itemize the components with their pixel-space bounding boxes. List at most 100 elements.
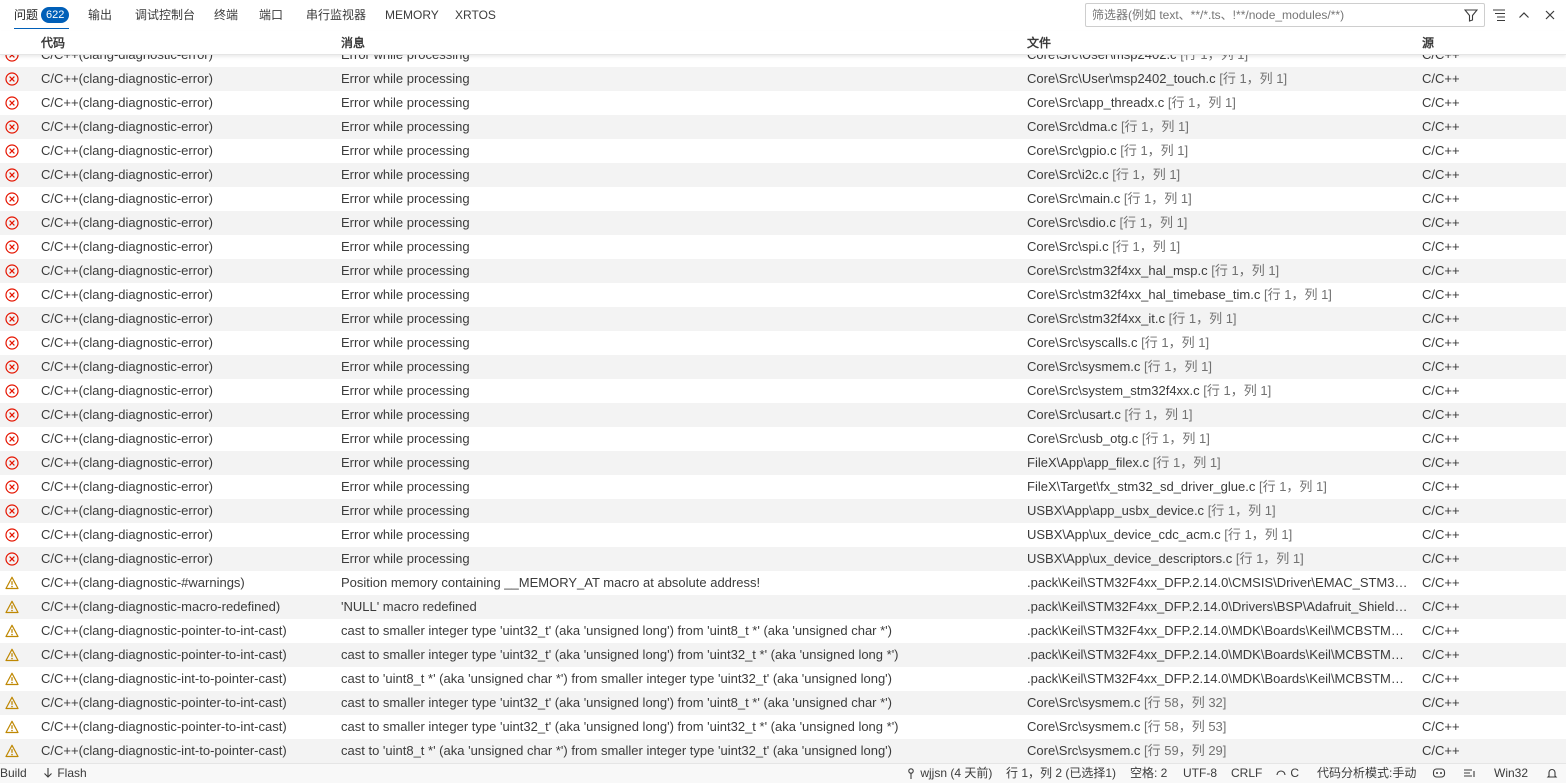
platform-config-icon[interactable] <box>1463 764 1477 783</box>
problem-file[interactable]: Core\Src\stm32f4xx_it.c [行 1，列 1] <box>1027 307 1411 331</box>
close-icon[interactable] <box>1543 8 1557 22</box>
problem-row[interactable]: C/C++(clang-diagnostic-error) Error while… <box>0 427 1566 451</box>
problem-file[interactable]: Core\Src\usb_otg.c [行 1，列 1] <box>1027 427 1411 451</box>
problem-row[interactable]: C/C++(clang-diagnostic-int-to-pointer-ca… <box>0 667 1566 691</box>
tab-terminal[interactable]: 终端 <box>214 0 238 30</box>
problem-file[interactable]: Core\Src\gpio.c [行 1，列 1] <box>1027 139 1411 163</box>
problem-row[interactable]: C/C++(clang-diagnostic-error) Error while… <box>0 523 1566 547</box>
problem-row[interactable]: C/C++(clang-diagnostic-pointer-to-int-ca… <box>0 715 1566 739</box>
problem-row[interactable]: C/C++(clang-diagnostic-error) Error while… <box>0 211 1566 235</box>
problem-file[interactable]: Core\Src\sysmem.c [行 59，列 29] <box>1027 739 1411 763</box>
problem-row[interactable]: C/C++(clang-diagnostic-int-to-pointer-ca… <box>0 739 1566 763</box>
problem-file[interactable]: Core\Src\main.c [行 1，列 1] <box>1027 187 1411 211</box>
language-mode[interactable]: C <box>1275 764 1299 783</box>
problem-row[interactable]: C/C++(clang-diagnostic-error) Error while… <box>0 187 1566 211</box>
problem-file[interactable]: Core\Src\sysmem.c [行 58，列 32] <box>1027 691 1411 715</box>
problem-message: Error while processing <box>341 503 470 518</box>
column-header-file[interactable]: 文件 <box>1027 31 1051 55</box>
tab-problems[interactable]: 问题 622 <box>14 0 70 30</box>
error-icon <box>5 259 21 283</box>
git-blame-item[interactable]: wjjsn (4 天前) <box>905 764 992 783</box>
column-header-message[interactable]: 消息 <box>341 31 365 55</box>
code-analysis-mode[interactable]: 代码分析模式:手动 <box>1317 764 1416 783</box>
problem-row[interactable]: C/C++(clang-diagnostic-error) Error while… <box>0 475 1566 499</box>
problem-row[interactable]: C/C++(clang-diagnostic-pointer-to-int-ca… <box>0 691 1566 715</box>
problem-row[interactable]: C/C++(clang-diagnostic-error) Error while… <box>0 67 1566 91</box>
problem-location: [行 1，列 1] <box>1144 359 1212 374</box>
problem-source: C/C++ <box>1422 623 1460 638</box>
notifications-bell-icon[interactable] <box>1546 764 1558 783</box>
problem-row[interactable]: C/C++(clang-diagnostic-error) Error while… <box>0 547 1566 571</box>
funnel-icon[interactable] <box>1463 8 1479 22</box>
problem-file[interactable]: FileX\Target\fx_stm32_sd_driver_glue.c [… <box>1027 475 1411 499</box>
problem-file[interactable]: Core\Src\sysmem.c [行 58，列 53] <box>1027 715 1411 739</box>
problem-row[interactable]: C/C++(clang-diagnostic-pointer-to-int-ca… <box>0 643 1566 667</box>
problem-file[interactable]: Core\Src\dma.c [行 1，列 1] <box>1027 115 1411 139</box>
view-as-tree-icon[interactable] <box>1492 8 1506 22</box>
platform-label[interactable]: Win32 <box>1494 764 1528 783</box>
problem-row[interactable]: C/C++(clang-diagnostic-error) Error while… <box>0 235 1566 259</box>
problem-file[interactable]: Core\Src\syscalls.c [行 1，列 1] <box>1027 331 1411 355</box>
problem-row[interactable]: C/C++(clang-diagnostic-error) Error while… <box>0 355 1566 379</box>
problem-file[interactable]: Core\Src\system_stm32f4xx.c [行 1，列 1] <box>1027 379 1411 403</box>
problem-row[interactable]: C/C++(clang-diagnostic-error) Error while… <box>0 451 1566 475</box>
copilot-icon[interactable] <box>1432 764 1446 783</box>
problem-row[interactable]: C/C++(clang-diagnostic-error) Error while… <box>0 499 1566 523</box>
problem-file[interactable]: .pack\Keil\STM32F4xx_DFP.2.14.0\CMSIS\Dr… <box>1027 571 1411 595</box>
problem-file[interactable]: Core\Src\i2c.c [行 1，列 1] <box>1027 163 1411 187</box>
error-icon <box>5 499 21 523</box>
problem-source: C/C++ <box>1422 335 1460 350</box>
problem-file[interactable]: Core\Src\sdio.c [行 1，列 1] <box>1027 211 1411 235</box>
indentation-setting[interactable]: 空格: 2 <box>1130 764 1167 783</box>
problem-file[interactable]: Core\Src\spi.c [行 1，列 1] <box>1027 235 1411 259</box>
problem-row[interactable]: C/C++(clang-diagnostic-error) Error while… <box>0 307 1566 331</box>
cursor-position[interactable]: 行 1，列 2 (已选择1) <box>1006 764 1116 783</box>
problem-file[interactable]: .pack\Keil\STM32F4xx_DFP.2.14.0\Drivers\… <box>1027 595 1411 619</box>
problem-file[interactable]: Core\Src\stm32f4xx_hal_msp.c [行 1，列 1] <box>1027 259 1411 283</box>
problem-row[interactable]: C/C++(clang-diagnostic-error) Error while… <box>0 115 1566 139</box>
problem-row[interactable]: C/C++(clang-diagnostic-error) Error while… <box>0 139 1566 163</box>
problem-row[interactable]: C/C++(clang-diagnostic-error) Error while… <box>0 379 1566 403</box>
problem-message: Error while processing <box>341 455 470 470</box>
tab-memory[interactable]: MEMORY <box>385 0 439 30</box>
column-header-code[interactable]: 代码 <box>41 31 65 55</box>
problem-row[interactable]: C/C++(clang-diagnostic-error) Error while… <box>0 331 1566 355</box>
problem-file[interactable]: Core\Src\app_threadx.c [行 1，列 1] <box>1027 91 1411 115</box>
filter-input[interactable] <box>1086 4 1446 26</box>
problem-file[interactable]: .pack\Keil\STM32F4xx_DFP.2.14.0\MDK\Boar… <box>1027 619 1411 643</box>
problem-row[interactable]: C/C++(clang-diagnostic-macro-redefined) '… <box>0 595 1566 619</box>
problem-file[interactable]: FileX\App\app_filex.c [行 1，列 1] <box>1027 451 1411 475</box>
problem-file[interactable]: USBX\App\ux_device_descriptors.c [行 1，列 … <box>1027 547 1411 571</box>
problem-file[interactable]: Core\Src\stm32f4xx_hal_timebase_tim.c [行… <box>1027 283 1411 307</box>
eol-setting[interactable]: CRLF <box>1231 764 1262 783</box>
tab-serial-monitor[interactable]: 串行监视器 <box>306 0 366 30</box>
problem-file[interactable]: USBX\App\ux_device_cdc_acm.c [行 1，列 1] <box>1027 523 1411 547</box>
problem-file[interactable]: USBX\App\app_usbx_device.c [行 1，列 1] <box>1027 499 1411 523</box>
problem-location: [行 1，列 1] <box>1203 383 1272 398</box>
problem-file[interactable]: Core\Src\sysmem.c [行 1，列 1] <box>1027 355 1411 379</box>
warning-icon <box>5 667 21 691</box>
flash-button[interactable]: Flash <box>42 764 87 783</box>
tab-output[interactable]: 输出 <box>88 0 112 30</box>
problem-row[interactable]: C/C++(clang-diagnostic-error) Error while… <box>0 403 1566 427</box>
problem-row[interactable]: C/C++(clang-diagnostic-error) Error while… <box>0 163 1566 187</box>
column-header-source[interactable]: 源 <box>1422 31 1434 55</box>
problem-file[interactable]: .pack\Keil\STM32F4xx_DFP.2.14.0\MDK\Boar… <box>1027 643 1411 667</box>
problem-code: C/C++(clang-diagnostic-error) <box>41 383 213 398</box>
build-button[interactable]: Build <box>0 764 27 783</box>
problem-row[interactable]: C/C++(clang-diagnostic-error) Error while… <box>0 259 1566 283</box>
problem-file[interactable]: Core\Src\User\msp2402_touch.c [行 1，列 1] <box>1027 67 1411 91</box>
chevron-up-icon[interactable] <box>1517 8 1531 22</box>
problem-row[interactable]: C/C++(clang-diagnostic-#warnings) Positio… <box>0 571 1566 595</box>
problem-row[interactable]: C/C++(clang-diagnostic-error) Error while… <box>0 91 1566 115</box>
problem-row[interactable]: C/C++(clang-diagnostic-pointer-to-int-ca… <box>0 619 1566 643</box>
encoding-setting[interactable]: UTF-8 <box>1183 764 1217 783</box>
tab-ports[interactable]: 端口 <box>259 0 283 30</box>
tab-xrtos[interactable]: XRTOS <box>455 0 496 30</box>
problem-row[interactable]: C/C++(clang-diagnostic-error) Error while… <box>0 283 1566 307</box>
tab-debug-console[interactable]: 调试控制台 <box>135 0 195 30</box>
problem-file[interactable]: .pack\Keil\STM32F4xx_DFP.2.14.0\MDK\Boar… <box>1027 667 1411 691</box>
problem-message: Position memory containing __MEMORY_AT m… <box>341 575 761 590</box>
problem-code: C/C++(clang-diagnostic-error) <box>41 263 213 278</box>
problem-file[interactable]: Core\Src\usart.c [行 1，列 1] <box>1027 403 1411 427</box>
